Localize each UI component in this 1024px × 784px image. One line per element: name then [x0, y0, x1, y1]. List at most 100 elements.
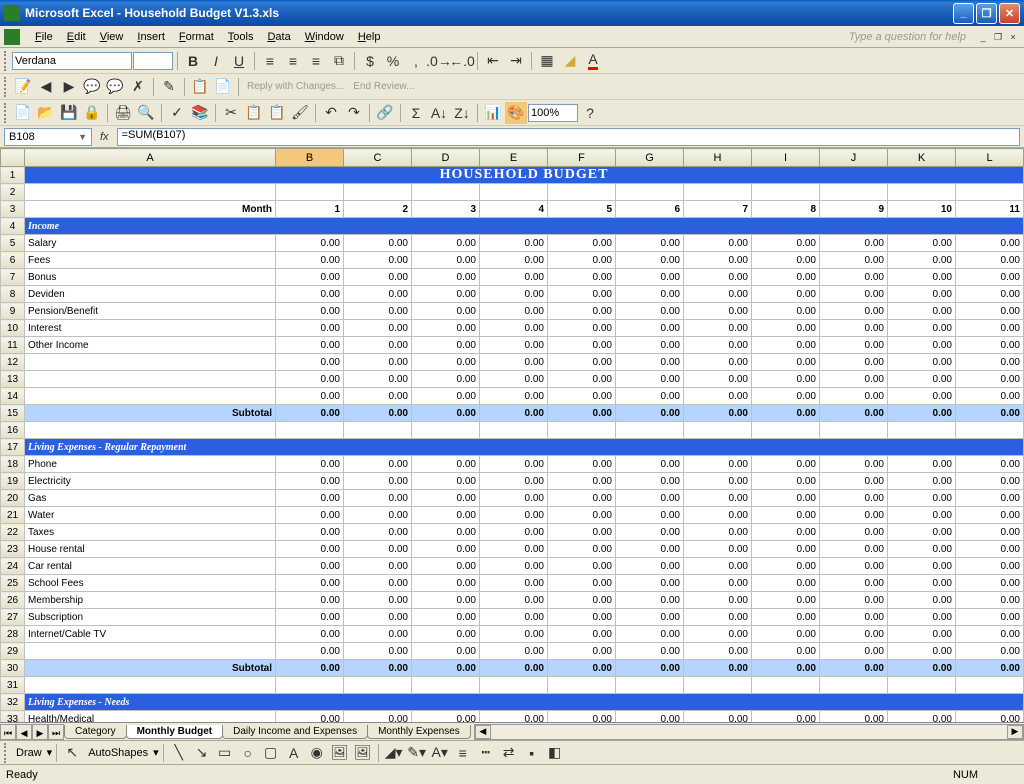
cell[interactable]: [752, 677, 820, 694]
row-header-26[interactable]: 26: [1, 592, 25, 609]
row-header-6[interactable]: 6: [1, 252, 25, 269]
cell[interactable]: Deviden: [25, 286, 276, 303]
cell[interactable]: 0.00: [684, 303, 752, 320]
cell[interactable]: 0.00: [548, 626, 616, 643]
undo-button[interactable]: ↶: [320, 102, 342, 124]
cell[interactable]: 0.00: [480, 252, 548, 269]
menu-insert[interactable]: Insert: [130, 29, 172, 45]
toolbar-handle[interactable]: [4, 51, 7, 71]
cell[interactable]: 0.00: [888, 303, 956, 320]
cell[interactable]: 0.00: [616, 303, 684, 320]
oval-button[interactable]: ○: [237, 742, 259, 764]
cell[interactable]: 0.00: [276, 473, 344, 490]
cell[interactable]: Month: [25, 201, 276, 218]
cell[interactable]: 0.00: [344, 660, 412, 677]
paste-button[interactable]: 📋: [266, 102, 288, 124]
cell[interactable]: 0.00: [956, 456, 1024, 473]
col-header-J[interactable]: J: [820, 149, 888, 167]
cell[interactable]: [888, 422, 956, 439]
cell[interactable]: 0.00: [616, 711, 684, 723]
cell[interactable]: 0.00: [752, 405, 820, 422]
cell[interactable]: 0.00: [480, 269, 548, 286]
currency-button[interactable]: $: [359, 50, 381, 72]
cell[interactable]: 0.00: [480, 592, 548, 609]
cell[interactable]: 0.00: [548, 320, 616, 337]
cell[interactable]: 0.00: [344, 337, 412, 354]
cell[interactable]: 0.00: [548, 643, 616, 660]
cell[interactable]: 0.00: [344, 643, 412, 660]
hyperlink-button[interactable]: 🔗: [374, 102, 396, 124]
cell[interactable]: 0.00: [480, 456, 548, 473]
decrease-decimal-button[interactable]: ←.0: [451, 50, 473, 72]
cell[interactable]: 0.00: [480, 541, 548, 558]
font-color-button[interactable]: A▾: [429, 742, 451, 764]
cell[interactable]: 0.00: [344, 473, 412, 490]
permission-button[interactable]: 🔒: [81, 102, 103, 124]
cell[interactable]: Salary: [25, 235, 276, 252]
cell[interactable]: 0.00: [888, 320, 956, 337]
cell[interactable]: 3: [412, 201, 480, 218]
next-comment-button[interactable]: ▶: [58, 76, 80, 98]
cell[interactable]: 0.00: [956, 609, 1024, 626]
cell[interactable]: 0.00: [752, 456, 820, 473]
cell[interactable]: 0.00: [276, 609, 344, 626]
cell[interactable]: 0.00: [684, 592, 752, 609]
zoom-select[interactable]: [528, 104, 578, 122]
cell[interactable]: 0.00: [956, 405, 1024, 422]
cell[interactable]: 0.00: [344, 592, 412, 609]
ink-button[interactable]: ✎: [158, 76, 180, 98]
cell[interactable]: 0.00: [888, 507, 956, 524]
cell[interactable]: 0.00: [684, 269, 752, 286]
spelling-button[interactable]: ✓: [166, 102, 188, 124]
row-header-8[interactable]: 8: [1, 286, 25, 303]
cell[interactable]: 0.00: [480, 388, 548, 405]
cell[interactable]: 0.00: [548, 303, 616, 320]
cell[interactable]: 0.00: [344, 252, 412, 269]
cell[interactable]: 0.00: [820, 490, 888, 507]
row-header-1[interactable]: 1: [1, 167, 25, 184]
cell[interactable]: 0.00: [684, 541, 752, 558]
cell[interactable]: 0.00: [412, 320, 480, 337]
toolbar-handle[interactable]: [4, 743, 7, 763]
cell[interactable]: 0.00: [276, 575, 344, 592]
cell[interactable]: Subtotal: [25, 405, 276, 422]
sort-desc-button[interactable]: Z↓: [451, 102, 473, 124]
toolbar-handle[interactable]: [4, 77, 7, 97]
window-close-button[interactable]: ✕: [999, 3, 1020, 24]
cell[interactable]: 0.00: [684, 405, 752, 422]
line-color-button[interactable]: ✎▾: [406, 742, 428, 764]
draw-menu[interactable]: Draw: [12, 747, 46, 759]
cell[interactable]: 0.00: [344, 456, 412, 473]
cell[interactable]: 0.00: [480, 643, 548, 660]
cell[interactable]: 5: [548, 201, 616, 218]
textbox-button[interactable]: ▢: [260, 742, 282, 764]
cell[interactable]: 0.00: [616, 388, 684, 405]
cell[interactable]: 0.00: [480, 337, 548, 354]
cell[interactable]: 0.00: [956, 388, 1024, 405]
cell[interactable]: 0.00: [344, 354, 412, 371]
cell[interactable]: 0.00: [956, 507, 1024, 524]
cell[interactable]: [684, 677, 752, 694]
percent-button[interactable]: %: [382, 50, 404, 72]
show-comment-button[interactable]: 💬: [81, 76, 103, 98]
cell[interactable]: 0.00: [480, 626, 548, 643]
cell[interactable]: 0.00: [888, 235, 956, 252]
cell[interactable]: 0.00: [412, 456, 480, 473]
cell[interactable]: [25, 677, 276, 694]
cell[interactable]: Electricity: [25, 473, 276, 490]
cell[interactable]: 0.00: [616, 507, 684, 524]
cell[interactable]: 0.00: [412, 252, 480, 269]
cell[interactable]: 0.00: [752, 558, 820, 575]
align-right-button[interactable]: ≡: [305, 50, 327, 72]
cell[interactable]: 0.00: [956, 371, 1024, 388]
cell[interactable]: 0.00: [888, 660, 956, 677]
arrow-style-button[interactable]: ⇄: [498, 742, 520, 764]
cell[interactable]: 0.00: [752, 269, 820, 286]
cell[interactable]: 0.00: [412, 643, 480, 660]
cell[interactable]: 0.00: [480, 507, 548, 524]
cell[interactable]: 0.00: [820, 456, 888, 473]
cell[interactable]: 0.00: [276, 456, 344, 473]
cell[interactable]: 0.00: [956, 490, 1024, 507]
cell[interactable]: 0.00: [888, 405, 956, 422]
cell[interactable]: 0.00: [344, 711, 412, 723]
